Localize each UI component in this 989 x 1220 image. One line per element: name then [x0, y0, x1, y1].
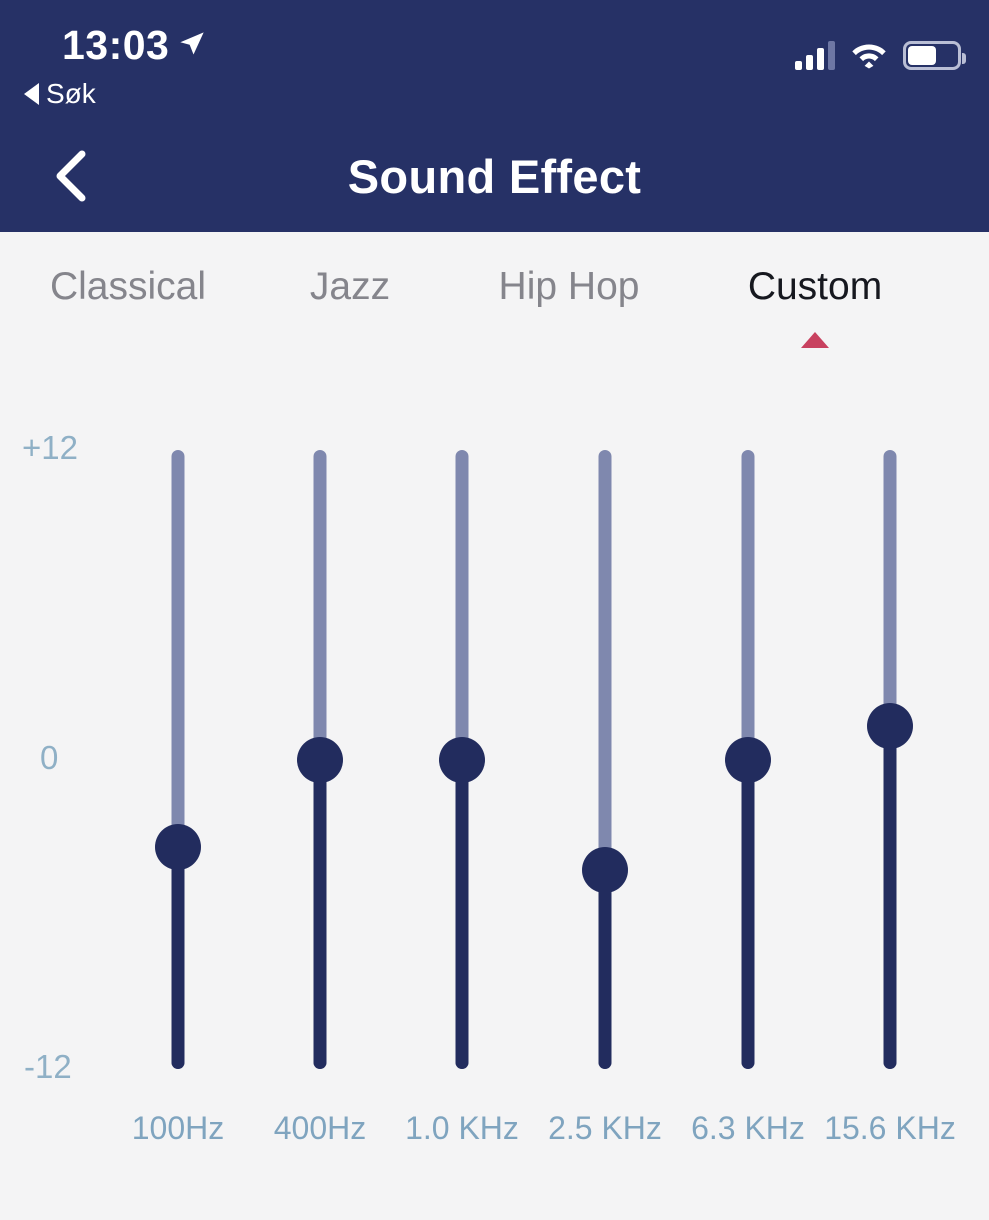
eq-slider-63khz[interactable] — [718, 450, 778, 1069]
eq-slider-100hz[interactable] — [148, 450, 208, 1069]
eq-frequency-label: 2.5 KHz — [548, 1110, 662, 1146]
eq-slider-400hz[interactable] — [290, 450, 350, 1069]
eq-slider-fill — [598, 870, 612, 1069]
eq-slider-thumb[interactable] — [582, 847, 628, 894]
eq-frequency-label: 15.6 KHz — [824, 1110, 956, 1146]
eq-slider-thumb[interactable] — [297, 736, 343, 783]
eq-frequency-label: 100Hz — [131, 1110, 225, 1146]
axis-label-plus12: +12 — [22, 429, 78, 466]
eq-slider-thumb[interactable] — [867, 702, 913, 749]
eq-slider-fill — [455, 759, 469, 1069]
eq-slider-fill — [883, 725, 897, 1069]
eq-slider-156khz[interactable] — [860, 450, 920, 1069]
eq-slider-fill — [171, 847, 185, 1069]
sound-effect-screen: 13:03 Søk Sound Effect Classical Jazz Hi… — [0, 0, 989, 1220]
eq-slider-thumb[interactable] — [725, 736, 771, 783]
eq-frequency-label: 1.0 KHz — [405, 1110, 519, 1146]
eq-frequency-label: 6.3 KHz — [691, 1110, 805, 1146]
equalizer-panel: +12 0 -12 100Hz 400Hz 1.0 KHz 2.5 KHz 6.3 KHz 15… — [0, 0, 989, 1220]
axis-label-zero: 0 — [40, 738, 59, 776]
eq-slider-25khz[interactable] — [575, 450, 635, 1069]
eq-slider-fill — [313, 759, 327, 1069]
eq-slider-fill — [741, 759, 755, 1069]
axis-label-minus12: -12 — [24, 1048, 72, 1085]
eq-frequency-label: 400Hz — [273, 1110, 367, 1146]
eq-slider-10khz[interactable] — [432, 450, 492, 1069]
eq-slider-thumb[interactable] — [439, 736, 485, 783]
eq-slider-thumb[interactable] — [155, 824, 201, 871]
